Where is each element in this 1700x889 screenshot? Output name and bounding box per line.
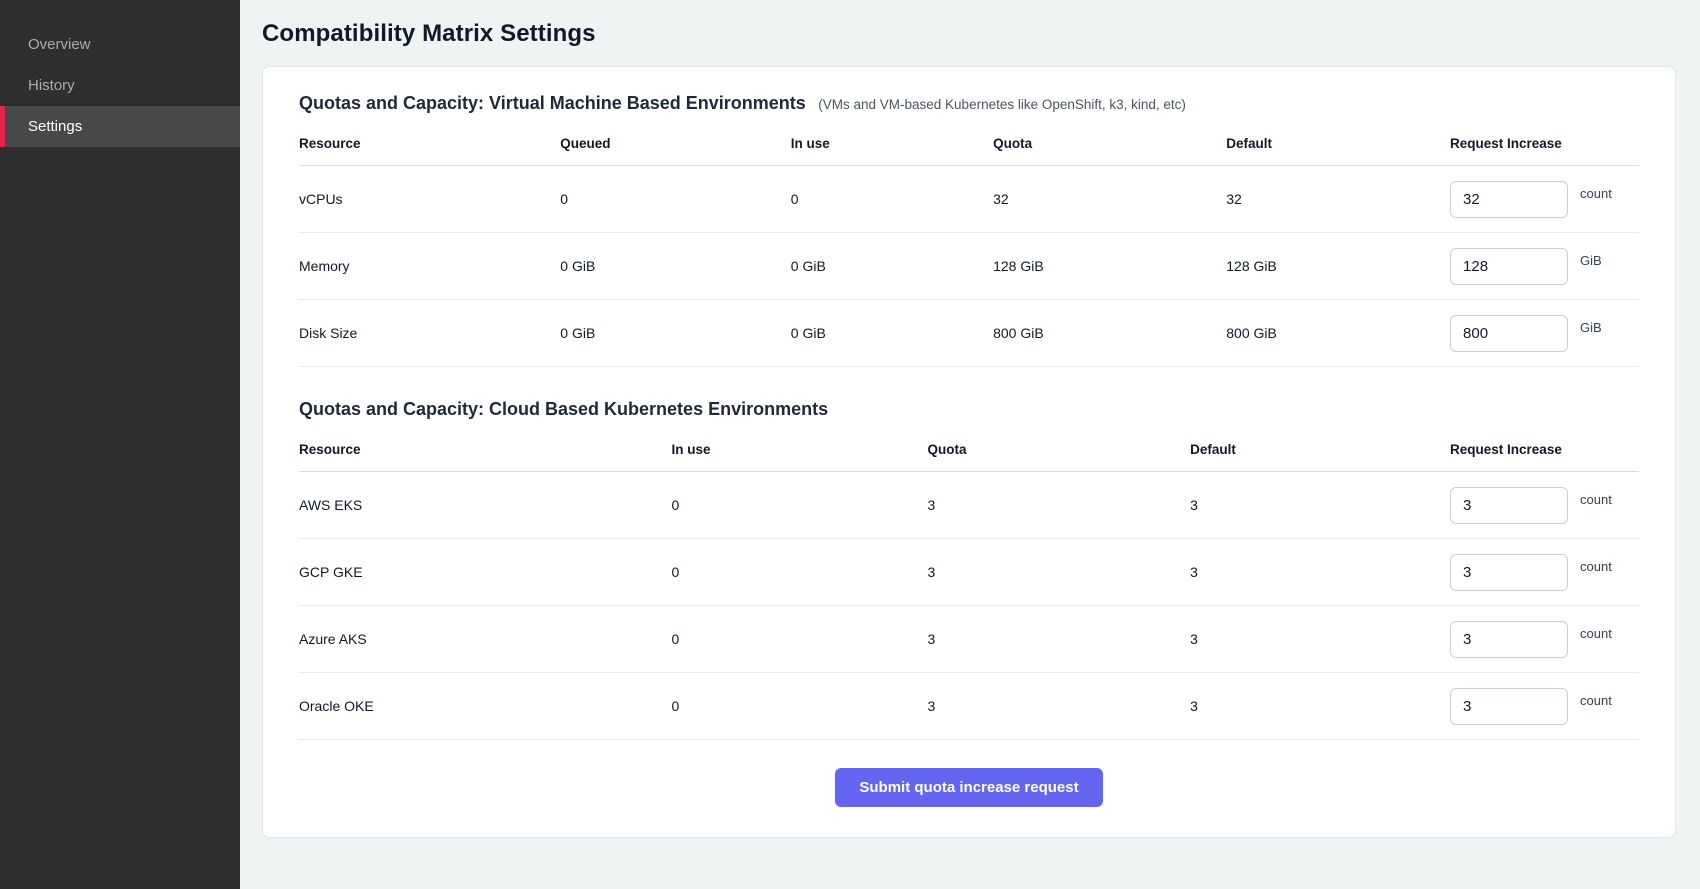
app-layout: Overview History Settings Compatibility … [0,0,1700,889]
in-use-cell: 0 [672,606,928,673]
memory-quota-input[interactable] [1450,248,1568,285]
queued-cell: 0 GiB [560,233,790,300]
table-row: Memory 0 GiB 0 GiB 128 GiB 128 GiB GiB [299,233,1639,300]
gcp-gke-quota-input[interactable] [1450,554,1568,591]
vm-table-header-row: Resource Queued In use Quota Default Req… [299,118,1639,166]
vm-header-in-use: In use [791,118,993,166]
in-use-cell: 0 GiB [791,300,993,367]
vcpus-quota-input[interactable] [1450,181,1568,218]
request-increase-cell: count [1450,673,1639,740]
page-title: Compatibility Matrix Settings [262,20,1676,48]
in-use-cell: 0 [791,166,993,233]
unit-label: count [1580,186,1612,201]
vm-header-resource: Resource [299,118,560,166]
cloud-quota-table: Resource In use Quota Default Request In… [299,424,1639,740]
aws-eks-quota-input[interactable] [1450,487,1568,524]
vm-section-subtitle: (VMs and VM-based Kubernetes like OpenSh… [818,97,1186,112]
vm-quota-table: Resource Queued In use Quota Default Req… [299,118,1639,367]
in-use-cell: 0 [672,472,928,539]
unit-label: count [1580,492,1612,507]
resource-cell: Disk Size [299,300,560,367]
submit-quota-increase-button[interactable]: Submit quota increase request [835,768,1102,807]
resource-cell: Azure AKS [299,606,672,673]
table-row: AWS EKS 0 3 3 count [299,472,1639,539]
default-cell: 3 [1190,606,1450,673]
in-use-cell: 0 [672,673,928,740]
cloud-section-heading: Quotas and Capacity: Cloud Based Kuberne… [299,399,1639,420]
resource-cell: Memory [299,233,560,300]
table-row: Disk Size 0 GiB 0 GiB 800 GiB 800 GiB Gi… [299,300,1639,367]
sidebar-item-settings[interactable]: Settings [0,106,240,147]
unit-label: count [1580,559,1612,574]
table-row: GCP GKE 0 3 3 count [299,539,1639,606]
request-increase-cell: count [1450,472,1639,539]
quota-cell: 3 [927,673,1190,740]
cloud-header-quota: Quota [927,424,1190,472]
vm-header-queued: Queued [560,118,790,166]
quota-cell: 32 [993,166,1226,233]
sidebar-item-history[interactable]: History [0,65,240,106]
table-row: Azure AKS 0 3 3 count [299,606,1639,673]
cloud-section-title: Quotas and Capacity: Cloud Based Kuberne… [299,399,828,419]
quotas-card: Quotas and Capacity: Virtual Machine Bas… [262,66,1676,838]
quota-cell: 128 GiB [993,233,1226,300]
default-cell: 800 GiB [1226,300,1450,367]
quota-cell: 3 [927,606,1190,673]
request-increase-cell: count [1450,539,1639,606]
resource-cell: AWS EKS [299,472,672,539]
resource-cell: GCP GKE [299,539,672,606]
resource-cell: Oracle OKE [299,673,672,740]
vm-header-request-increase: Request Increase [1450,118,1639,166]
vm-section-title: Quotas and Capacity: Virtual Machine Bas… [299,93,806,113]
table-row: Oracle OKE 0 3 3 count [299,673,1639,740]
cloud-table-header-row: Resource In use Quota Default Request In… [299,424,1639,472]
quota-cell: 3 [927,539,1190,606]
unit-label: count [1580,693,1612,708]
sidebar: Overview History Settings [0,0,240,889]
in-use-cell: 0 GiB [791,233,993,300]
vm-header-quota: Quota [993,118,1226,166]
default-cell: 32 [1226,166,1450,233]
queued-cell: 0 [560,166,790,233]
cloud-header-request-increase: Request Increase [1450,424,1639,472]
default-cell: 3 [1190,472,1450,539]
cloud-header-in-use: In use [672,424,928,472]
request-increase-cell: count [1450,166,1639,233]
default-cell: 128 GiB [1226,233,1450,300]
default-cell: 3 [1190,673,1450,740]
sidebar-item-overview[interactable]: Overview [0,24,240,65]
quota-cell: 3 [927,472,1190,539]
submit-row: Submit quota increase request [299,740,1639,807]
cloud-header-resource: Resource [299,424,672,472]
disk-size-quota-input[interactable] [1450,315,1568,352]
vm-header-default: Default [1226,118,1450,166]
in-use-cell: 0 [672,539,928,606]
quota-cell: 800 GiB [993,300,1226,367]
request-increase-cell: GiB [1450,233,1639,300]
request-increase-cell: GiB [1450,300,1639,367]
table-row: vCPUs 0 0 32 32 count [299,166,1639,233]
unit-label: GiB [1580,320,1602,335]
main-content: Compatibility Matrix Settings Quotas and… [240,0,1700,889]
vm-section-heading: Quotas and Capacity: Virtual Machine Bas… [299,93,1639,114]
default-cell: 3 [1190,539,1450,606]
resource-cell: vCPUs [299,166,560,233]
request-increase-cell: count [1450,606,1639,673]
unit-label: GiB [1580,253,1602,268]
queued-cell: 0 GiB [560,300,790,367]
oracle-oke-quota-input[interactable] [1450,688,1568,725]
azure-aks-quota-input[interactable] [1450,621,1568,658]
unit-label: count [1580,626,1612,641]
cloud-header-default: Default [1190,424,1450,472]
